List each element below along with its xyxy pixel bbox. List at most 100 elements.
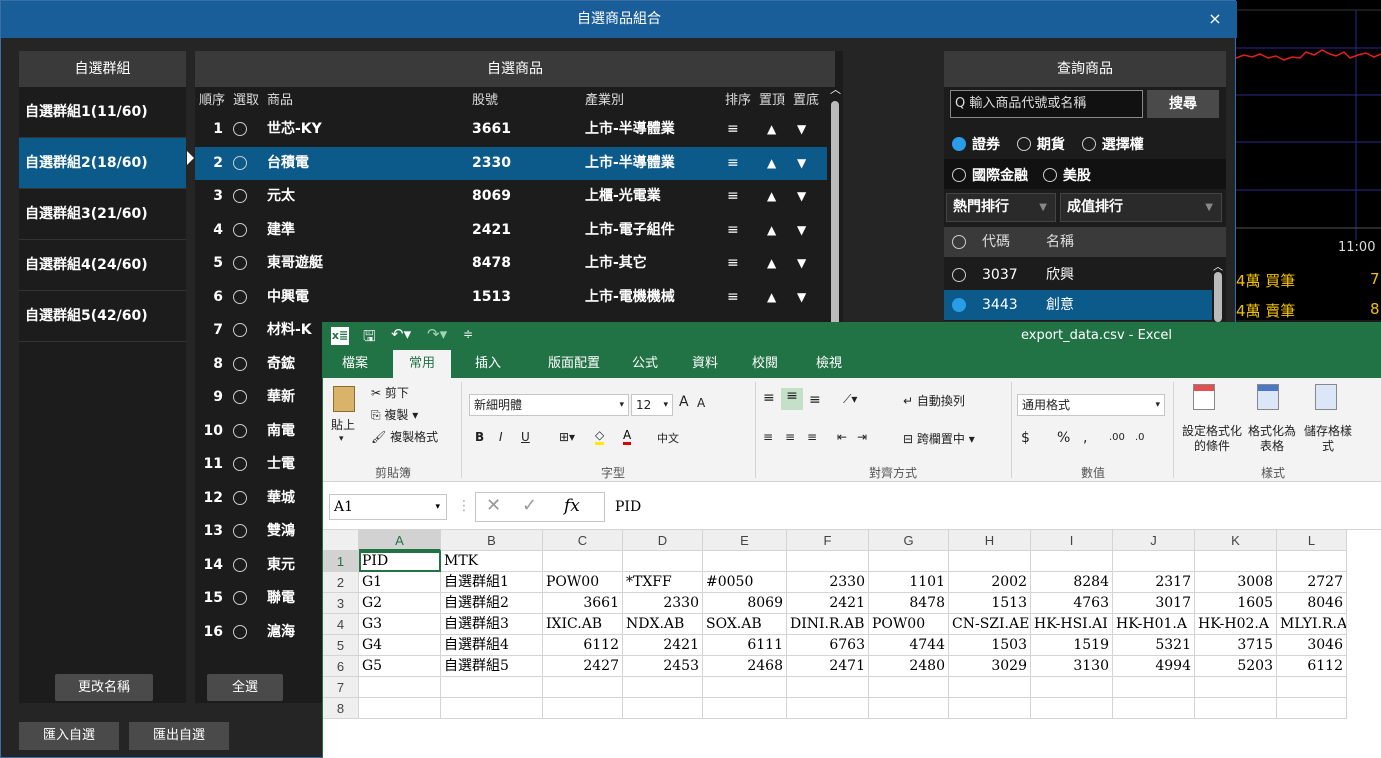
cell[interactable]: G5	[359, 656, 441, 677]
cell[interactable]: 6112	[543, 635, 623, 656]
cut-button[interactable]: ✂ 剪下	[371, 384, 409, 401]
radio-icon[interactable]	[233, 624, 247, 639]
cell[interactable]: 6763	[787, 635, 869, 656]
cell[interactable]: POW00	[869, 614, 949, 635]
ribbon-tab[interactable]: 常用	[393, 350, 451, 378]
border-icon[interactable]: ⊞▾	[559, 430, 575, 444]
align-left-icon[interactable]: ≡	[763, 430, 773, 444]
cell[interactable]: 4744	[869, 635, 949, 656]
move-top-icon[interactable]: ▲	[767, 214, 776, 247]
cell[interactable]: DINI.R.AB	[787, 614, 869, 635]
align-center-icon[interactable]: ≡	[785, 430, 795, 444]
increase-decimal-button[interactable]: .00	[1109, 432, 1125, 443]
undo-icon[interactable]: ↶▾	[391, 325, 411, 343]
cell[interactable]: G2	[359, 593, 441, 614]
cell[interactable]	[703, 698, 787, 719]
scrollbar-thumb[interactable]	[1214, 272, 1222, 322]
cell[interactable]: POW00	[543, 572, 623, 593]
cell[interactable]	[543, 698, 623, 719]
cell[interactable]: 自選群組2	[441, 593, 543, 614]
merge-center-button[interactable]: ⊟ 跨欄置中 ▾	[903, 430, 975, 447]
font-color-icon[interactable]: A	[623, 428, 632, 445]
market-radio-securities[interactable]: 證券	[952, 137, 1000, 153]
number-format-combo[interactable]: 通用格式 ▾	[1017, 394, 1165, 416]
align-right-icon[interactable]: ≡	[807, 430, 817, 444]
cell[interactable]: 2480	[869, 656, 949, 677]
column-header[interactable]: A	[359, 530, 441, 551]
cell[interactable]: 2453	[623, 656, 703, 677]
radio-icon[interactable]	[233, 122, 247, 136]
cell-styles-button[interactable]: 儲存格樣式	[1303, 424, 1353, 454]
cell[interactable]: 2330	[623, 593, 703, 614]
move-bottom-icon[interactable]: ▼	[797, 113, 806, 146]
cell[interactable]	[623, 698, 703, 719]
cell[interactable]: 自選群組1	[441, 572, 543, 593]
group-item[interactable]: 自選群組4(24/60)	[19, 240, 186, 291]
cell[interactable]: 4763	[1031, 593, 1113, 614]
cell[interactable]: 1519	[1031, 635, 1113, 656]
cell[interactable]: 5203	[1195, 656, 1277, 677]
column-header[interactable]: E	[703, 530, 787, 551]
cell[interactable]: HK-H01.A	[1113, 614, 1195, 635]
cell[interactable]: G3	[359, 614, 441, 635]
cell[interactable]: 3046	[1277, 635, 1347, 656]
comma-button[interactable]: ,	[1083, 430, 1087, 446]
market-radio-futures[interactable]: 期貨	[1016, 137, 1065, 153]
ribbon-tab[interactable]: 插入	[463, 350, 513, 378]
formula-input[interactable]: PID	[615, 492, 1375, 522]
scroll-up-icon[interactable]: ︿	[830, 81, 841, 97]
radio-icon[interactable]	[233, 222, 247, 237]
cell[interactable]	[869, 698, 949, 719]
cell[interactable]: 2727	[1277, 572, 1347, 593]
italic-button[interactable]: I	[499, 430, 503, 444]
underline-button[interactable]: U	[521, 430, 530, 444]
font-size-combo[interactable]: 12 ▾	[631, 394, 673, 416]
cell[interactable]: 1101	[869, 572, 949, 593]
select-all-button[interactable]: 全選	[207, 674, 283, 701]
search-input[interactable]: Q 輸入商品代號或名稱	[950, 90, 1143, 118]
column-header[interactable]: F	[787, 530, 869, 551]
cell[interactable]	[1195, 551, 1277, 572]
currency-button[interactable]: $	[1021, 430, 1030, 446]
cell[interactable]	[543, 677, 623, 698]
ribbon-tab[interactable]: 校閱	[743, 350, 787, 378]
ribbon-tab[interactable]: 資料	[683, 350, 727, 378]
export-button[interactable]: 匯出自選	[129, 722, 229, 750]
group-item[interactable]: 自選群組3(21/60)	[19, 189, 186, 240]
market-radio-international[interactable]: 國際金融	[952, 168, 1028, 184]
cell[interactable]: 4994	[1113, 656, 1195, 677]
column-header[interactable]: H	[949, 530, 1031, 551]
move-top-icon[interactable]: ▲	[767, 147, 776, 180]
chevron-down-icon[interactable]: ▾	[339, 434, 344, 444]
cell[interactable]	[787, 551, 869, 572]
cell[interactable]	[441, 698, 543, 719]
row-header[interactable]: 4	[323, 614, 359, 635]
cell[interactable]	[703, 551, 787, 572]
market-radio-us[interactable]: 美股	[1042, 168, 1091, 184]
cell[interactable]	[1113, 551, 1195, 572]
conditional-format-icon[interactable]	[1193, 384, 1215, 410]
confirm-icon[interactable]: ✓	[522, 495, 537, 516]
cell[interactable]	[787, 698, 869, 719]
search-button[interactable]: 搜尋	[1147, 90, 1219, 118]
cell[interactable]: 2421	[623, 635, 703, 656]
cell[interactable]: PID	[359, 551, 441, 572]
cell[interactable]	[1113, 698, 1195, 719]
grow-font-icon[interactable]: A	[679, 394, 689, 410]
orientation-icon[interactable]: ⟋▾	[843, 392, 857, 407]
cell[interactable]	[703, 677, 787, 698]
sort-handle-icon[interactable]: ≡	[727, 180, 739, 213]
cell[interactable]: MTK	[441, 551, 543, 572]
cell[interactable]	[441, 677, 543, 698]
cell[interactable]	[1195, 677, 1277, 698]
sort-handle-icon[interactable]: ≡	[727, 147, 739, 180]
rename-button[interactable]: 更改名稱	[55, 674, 153, 701]
move-bottom-icon[interactable]: ▼	[797, 147, 806, 180]
cell[interactable]: 1503	[949, 635, 1031, 656]
column-header[interactable]: C	[543, 530, 623, 551]
row-header[interactable]: 2	[323, 572, 359, 593]
row-header[interactable]: 6	[323, 656, 359, 677]
percent-button[interactable]: %	[1057, 430, 1070, 446]
radio-icon[interactable]	[233, 390, 247, 404]
cell[interactable]	[359, 677, 441, 698]
